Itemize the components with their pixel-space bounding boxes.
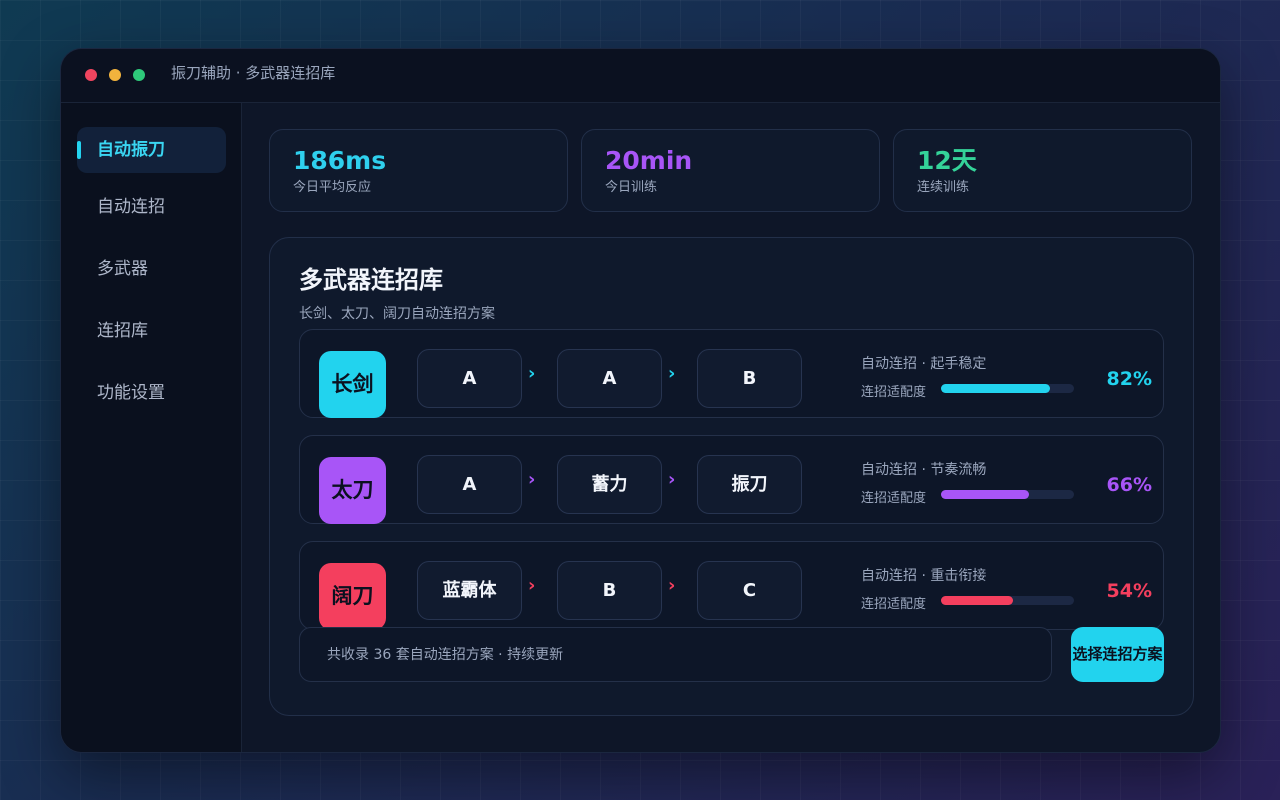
weapon-badge: 阔刀 bbox=[319, 563, 386, 630]
stat-value: 12天 bbox=[917, 146, 977, 175]
weapon-badge: 长剑 bbox=[319, 351, 386, 418]
combo-step: 蓄力 bbox=[557, 455, 662, 514]
combo-step: A bbox=[417, 455, 522, 514]
combo-step: A bbox=[557, 349, 662, 408]
stat-value: 20min bbox=[605, 146, 693, 175]
library-summary-bar: 共收录 36 套自动连招方案 · 持续更新 bbox=[299, 627, 1052, 682]
sidebar-item-settings[interactable]: 功能设置 bbox=[77, 370, 226, 416]
chevron-right-icon: › bbox=[528, 363, 536, 384]
window-title: 振刀辅助 · 多武器连招库 bbox=[171, 64, 336, 82]
fit-percent: 82% bbox=[1106, 368, 1152, 390]
combo-step: A bbox=[417, 349, 522, 408]
fit-progress-bar bbox=[941, 384, 1074, 393]
stat-value: 186ms bbox=[293, 146, 387, 175]
stat-label: 今日训练 bbox=[605, 180, 658, 195]
sidebar-item-combo-library[interactable]: 连招库 bbox=[77, 308, 226, 354]
fit-progress-fill bbox=[941, 490, 1029, 499]
stat-card-training-time: 20min 今日训练 bbox=[581, 129, 880, 212]
fit-label: 连招适配度 bbox=[861, 597, 927, 612]
combo-row-katana[interactable]: 太刀 A › 蓄力 › 振刀 自动连招 · 节奏流畅 连招适配度 66% bbox=[299, 435, 1164, 524]
sidebar: 自动振刀 自动连招 多武器 连招库 功能设置 bbox=[61, 103, 242, 752]
fit-progress-fill bbox=[941, 596, 1013, 605]
weapon-badge: 太刀 bbox=[319, 457, 386, 524]
fit-label: 连招适配度 bbox=[861, 491, 927, 506]
combo-step: 蓝霸体 bbox=[417, 561, 522, 620]
panel-subtitle: 长剑、太刀、阔刀自动连招方案 bbox=[299, 306, 495, 322]
combo-step: C bbox=[697, 561, 802, 620]
chevron-right-icon: › bbox=[668, 575, 676, 596]
combo-row-broadsword[interactable]: 阔刀 蓝霸体 › B › C 自动连招 · 重击衔接 连招适配度 54% bbox=[299, 541, 1164, 630]
stat-label: 今日平均反应 bbox=[293, 180, 372, 195]
fit-percent: 66% bbox=[1106, 474, 1152, 496]
combo-step: B bbox=[697, 349, 802, 408]
fit-label: 连招适配度 bbox=[861, 385, 927, 400]
close-window-button[interactable] bbox=[85, 69, 97, 81]
stat-label: 连续训练 bbox=[917, 180, 970, 195]
fit-progress-fill bbox=[941, 384, 1051, 393]
library-summary-text: 共收录 36 套自动连招方案 · 持续更新 bbox=[327, 647, 564, 663]
app-window: 振刀辅助 · 多武器连招库 自动振刀 自动连招 多武器 连招库 功能设置 186… bbox=[60, 48, 1221, 753]
maximize-window-button[interactable] bbox=[133, 69, 145, 81]
fit-progress-bar bbox=[941, 596, 1074, 605]
sidebar-item-auto-parry[interactable]: 自动振刀 bbox=[77, 127, 226, 173]
combo-step: B bbox=[557, 561, 662, 620]
minimize-window-button[interactable] bbox=[109, 69, 121, 81]
stat-card-streak: 12天 连续训练 bbox=[893, 129, 1192, 212]
sidebar-item-multi-weapon[interactable]: 多武器 bbox=[77, 246, 226, 292]
combo-description: 自动连招 · 节奏流畅 bbox=[861, 462, 987, 478]
combo-description: 自动连招 · 起手稳定 bbox=[861, 356, 987, 372]
combo-description: 自动连招 · 重击衔接 bbox=[861, 568, 987, 584]
chevron-right-icon: › bbox=[528, 469, 536, 490]
panel-title: 多武器连招库 bbox=[299, 266, 443, 294]
fit-percent: 54% bbox=[1106, 580, 1152, 602]
stat-card-reaction: 186ms 今日平均反应 bbox=[269, 129, 568, 212]
select-combo-plan-button[interactable]: 选择连招方案 bbox=[1071, 627, 1164, 682]
chevron-right-icon: › bbox=[528, 575, 536, 596]
combo-library-panel: 多武器连招库 长剑、太刀、阔刀自动连招方案 长剑 A › A › B 自动连招 … bbox=[269, 237, 1194, 716]
title-bar: 振刀辅助 · 多武器连招库 bbox=[61, 49, 1220, 103]
chevron-right-icon: › bbox=[668, 469, 676, 490]
combo-step: 振刀 bbox=[697, 455, 802, 514]
combo-row-longsword[interactable]: 长剑 A › A › B 自动连招 · 起手稳定 连招适配度 82% bbox=[299, 329, 1164, 418]
fit-progress-bar bbox=[941, 490, 1074, 499]
chevron-right-icon: › bbox=[668, 363, 676, 384]
sidebar-item-auto-combo[interactable]: 自动连招 bbox=[77, 184, 226, 230]
